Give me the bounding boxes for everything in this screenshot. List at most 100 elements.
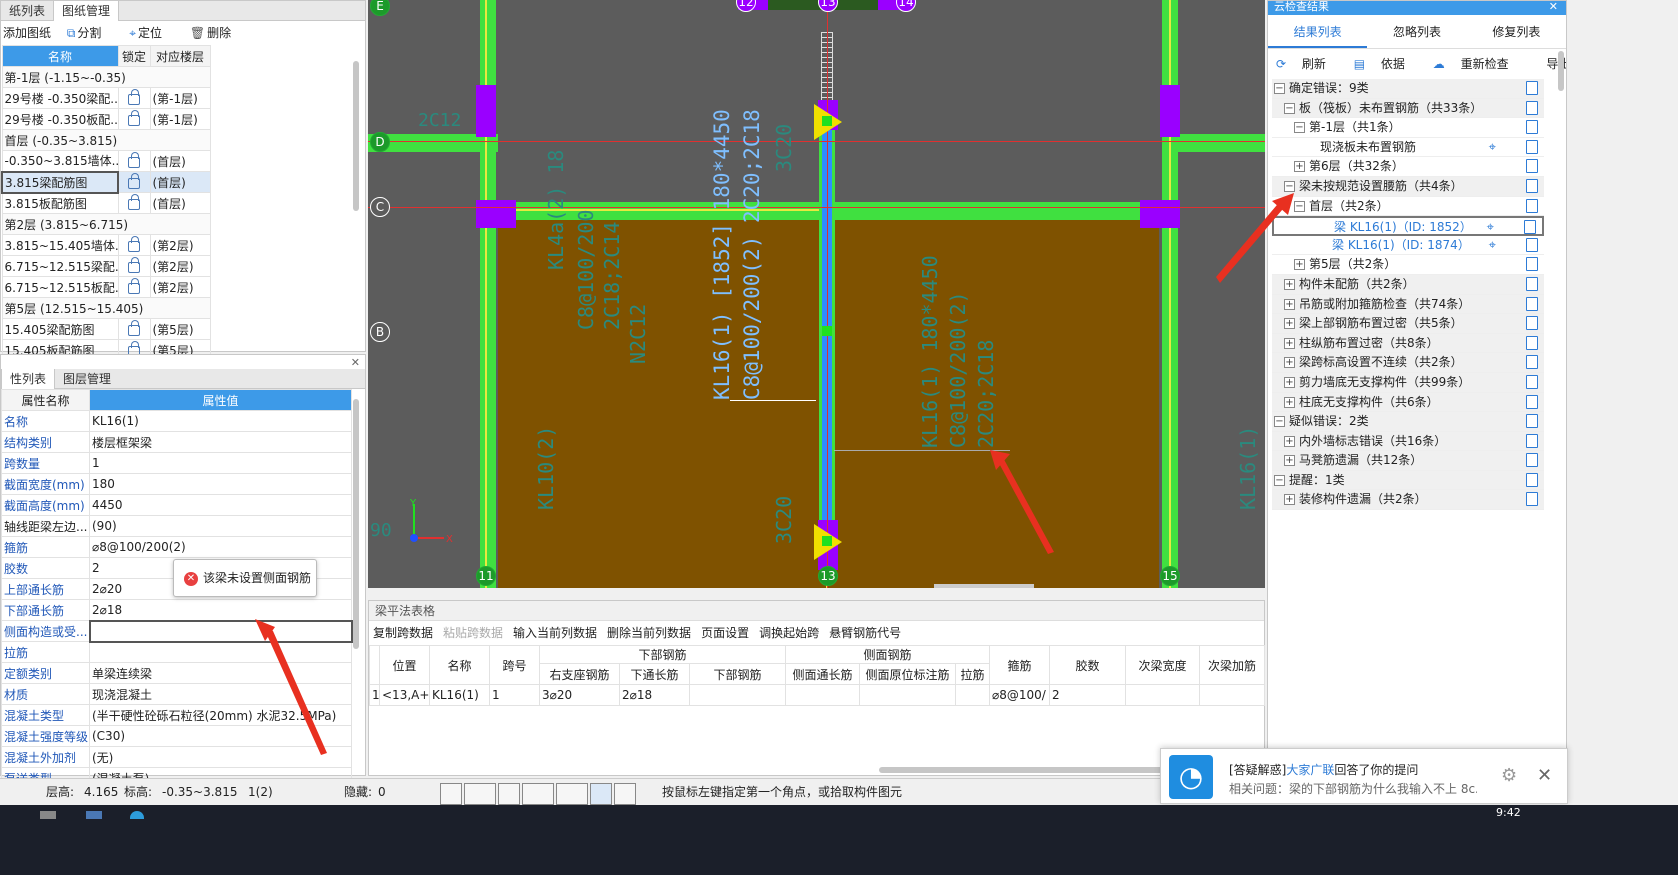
prop-value[interactable]: 180: [89, 473, 352, 495]
lock-icon[interactable]: [128, 319, 140, 336]
table-row[interactable]: 6.715~12.515板配... (第2层): [1, 276, 211, 298]
check-tree-item[interactable]: + 梁跨标高设置不连续（共2条）: [1272, 353, 1544, 373]
locate-target-icon[interactable]: ⌖: [1487, 221, 1494, 234]
document-icon[interactable]: [1526, 335, 1538, 350]
prop-row[interactable]: 结构类别 楼层框架梁: [1, 431, 352, 453]
check-tree-item[interactable]: − 第-1层（共1条）: [1272, 118, 1544, 138]
lock-icon[interactable]: [128, 88, 140, 105]
check-tree-item[interactable]: + 构件未配筋（共2条）: [1272, 274, 1544, 295]
refresh-button[interactable]: ⟳ 刷新: [1276, 57, 1338, 71]
prop-value[interactable]: ⌀8@100/200(2): [89, 536, 352, 558]
table-toolbar-button[interactable]: 页面设置: [701, 626, 749, 640]
cell-name[interactable]: KL16(1): [429, 684, 490, 706]
expand-toggle-icon[interactable]: +: [1284, 298, 1295, 310]
check-tree-item[interactable]: − 提醒：1类: [1272, 470, 1544, 491]
table-toolbar-button[interactable]: 调换起始跨: [759, 626, 819, 640]
document-icon[interactable]: [1526, 178, 1538, 193]
lock-icon[interactable]: [128, 193, 140, 210]
table-row[interactable]: 第2层 (3.815~6.715): [1, 213, 211, 235]
check-tree-item[interactable]: + 第5层（共2条）: [1272, 255, 1544, 275]
document-icon[interactable]: [1526, 472, 1538, 487]
document-icon[interactable]: [1526, 120, 1538, 135]
offset-button[interactable]: [556, 782, 588, 805]
cell-sub-add[interactable]: [1199, 684, 1265, 706]
check-scrollbar[interactable]: [1558, 51, 1564, 91]
add-drawing-button[interactable]: 添加图纸: [3, 26, 51, 40]
notify-close-icon[interactable]: ✕: [1537, 765, 1552, 786]
document-icon[interactable]: [1524, 220, 1536, 235]
expand-toggle-icon[interactable]: +: [1284, 357, 1295, 369]
expand-toggle-icon[interactable]: +: [1284, 494, 1295, 506]
prop-value[interactable]: 1: [89, 452, 352, 474]
cell-side-annot[interactable]: [859, 684, 956, 706]
tab-layer-manage[interactable]: 图层管理: [55, 369, 119, 389]
lock-cell[interactable]: [117, 87, 151, 109]
check-tree-item[interactable]: + 马凳筋遗漏（共12条）: [1272, 451, 1544, 471]
prop-scrollbar[interactable]: [353, 399, 359, 649]
expand-toggle-icon[interactable]: +: [1284, 396, 1295, 408]
table-toolbar-button[interactable]: 悬臂钢筋代号: [829, 626, 901, 640]
check-tree-item[interactable]: + 柱底无支撑构件（共6条）: [1272, 392, 1544, 413]
document-icon[interactable]: [1526, 257, 1538, 272]
cell-stirrup[interactable]: ⌀8@100/: [989, 684, 1050, 706]
check-tree-item[interactable]: − 梁未按规范设置腰筋（共4条）: [1272, 176, 1544, 197]
table-row[interactable]: 1 <13,A+... KL16(1) 1 3⌀20 2⌀18 ⌀8@100/ …: [369, 684, 1265, 706]
lock-icon[interactable]: [128, 235, 140, 252]
cell-sub-width[interactable]: [1125, 684, 1200, 706]
taskbar-app-icon[interactable]: [40, 811, 56, 819]
expand-toggle-icon[interactable]: −: [1274, 416, 1285, 428]
delete-button[interactable]: 🗑 删除: [190, 26, 243, 40]
angle-button[interactable]: [522, 782, 554, 805]
grip-top-square[interactable]: [822, 116, 832, 126]
cell-right[interactable]: 3⌀20: [539, 684, 620, 706]
lock-cell[interactable]: [117, 192, 151, 214]
tab-ignore-list[interactable]: 忽略列表: [1367, 15, 1466, 48]
tab-fix-list[interactable]: 修复列表: [1467, 15, 1566, 48]
tab-drawing-manage[interactable]: 图纸管理: [53, 1, 120, 21]
check-tree-item[interactable]: + 装修构件遗漏（共2条）: [1272, 490, 1544, 511]
table-row[interactable]: 15.405梁配筋图 (第5层): [1, 318, 211, 340]
table-row[interactable]: 首层 (-0.35~3.815): [1, 129, 211, 151]
document-icon[interactable]: [1526, 316, 1538, 331]
expand-toggle-icon[interactable]: +: [1284, 455, 1295, 467]
prop-row[interactable]: 跨数量 1: [1, 452, 352, 474]
check-tree-item[interactable]: 梁 KL16(1)（ID: 1852） ⌖: [1272, 216, 1544, 236]
expand-toggle-icon[interactable]: −: [1274, 83, 1285, 94]
lock-icon[interactable]: [128, 109, 140, 126]
check-tree-item[interactable]: 现浇板未布置钢筋 ⌖: [1272, 138, 1544, 158]
lock-icon[interactable]: [128, 277, 140, 294]
document-icon[interactable]: [1526, 81, 1538, 95]
check-tree-item[interactable]: − 板（筏板）未布置钢筋（共33条）: [1272, 98, 1544, 119]
expand-toggle-icon[interactable]: +: [1284, 337, 1295, 349]
prop-row[interactable]: 截面宽度(mm) 180: [1, 473, 352, 495]
document-icon[interactable]: [1526, 374, 1538, 389]
tab-result-list[interactable]: 结果列表: [1268, 15, 1368, 48]
lock-cell[interactable]: [117, 255, 151, 277]
lock-cell[interactable]: [117, 234, 151, 256]
expand-toggle-icon[interactable]: +: [1284, 435, 1295, 447]
basis-button[interactable]: ▤ 依据: [1354, 57, 1417, 71]
settings-gear-icon[interactable]: ⚙: [1501, 765, 1517, 786]
lock-cell[interactable]: [117, 318, 151, 340]
table-row[interactable]: 3.815~15.405墙体... (第2层): [1, 234, 211, 256]
canvas-scroll-thumb[interactable]: [934, 584, 1034, 588]
check-tree-item[interactable]: − 疑似错误：2类: [1272, 412, 1544, 432]
prop-close-icon[interactable]: ✕: [351, 356, 360, 369]
cad-canvas[interactable]: KL4a(2) 18 C8@100/200 2C18;2C14 N2C12 KL…: [368, 0, 1265, 588]
table-toolbar-button[interactable]: 粘贴跨数据: [443, 626, 503, 640]
lock-icon[interactable]: [128, 256, 140, 273]
select-box-button[interactable]: [464, 782, 496, 805]
table-row[interactable]: 6.715~12.515梁配... (第2层): [1, 255, 211, 277]
cell-bottom[interactable]: 2⌀18: [619, 684, 690, 706]
notification[interactable]: ◔ [答疑解惑]大家广联回答了你的提问 相关问题：梁的下部钢筋为什么我输入不上 …: [1160, 748, 1568, 804]
cell-span[interactable]: 1: [489, 684, 540, 706]
prop-value[interactable]: 楼层框架梁: [89, 431, 352, 453]
table-row[interactable]: 3.815梁配筋图 (首层): [1, 170, 211, 194]
document-icon[interactable]: [1526, 433, 1538, 448]
table-row[interactable]: 第5层 (12.515~15.405): [1, 297, 211, 319]
check-tree-item[interactable]: + 剪力墙底无支撑构件（共99条）: [1272, 372, 1544, 393]
table-row[interactable]: 3.815板配筋图 (首层): [1, 192, 211, 214]
document-icon[interactable]: [1526, 139, 1538, 154]
drawing-scrollbar[interactable]: [353, 61, 359, 211]
document-icon[interactable]: [1526, 276, 1538, 291]
